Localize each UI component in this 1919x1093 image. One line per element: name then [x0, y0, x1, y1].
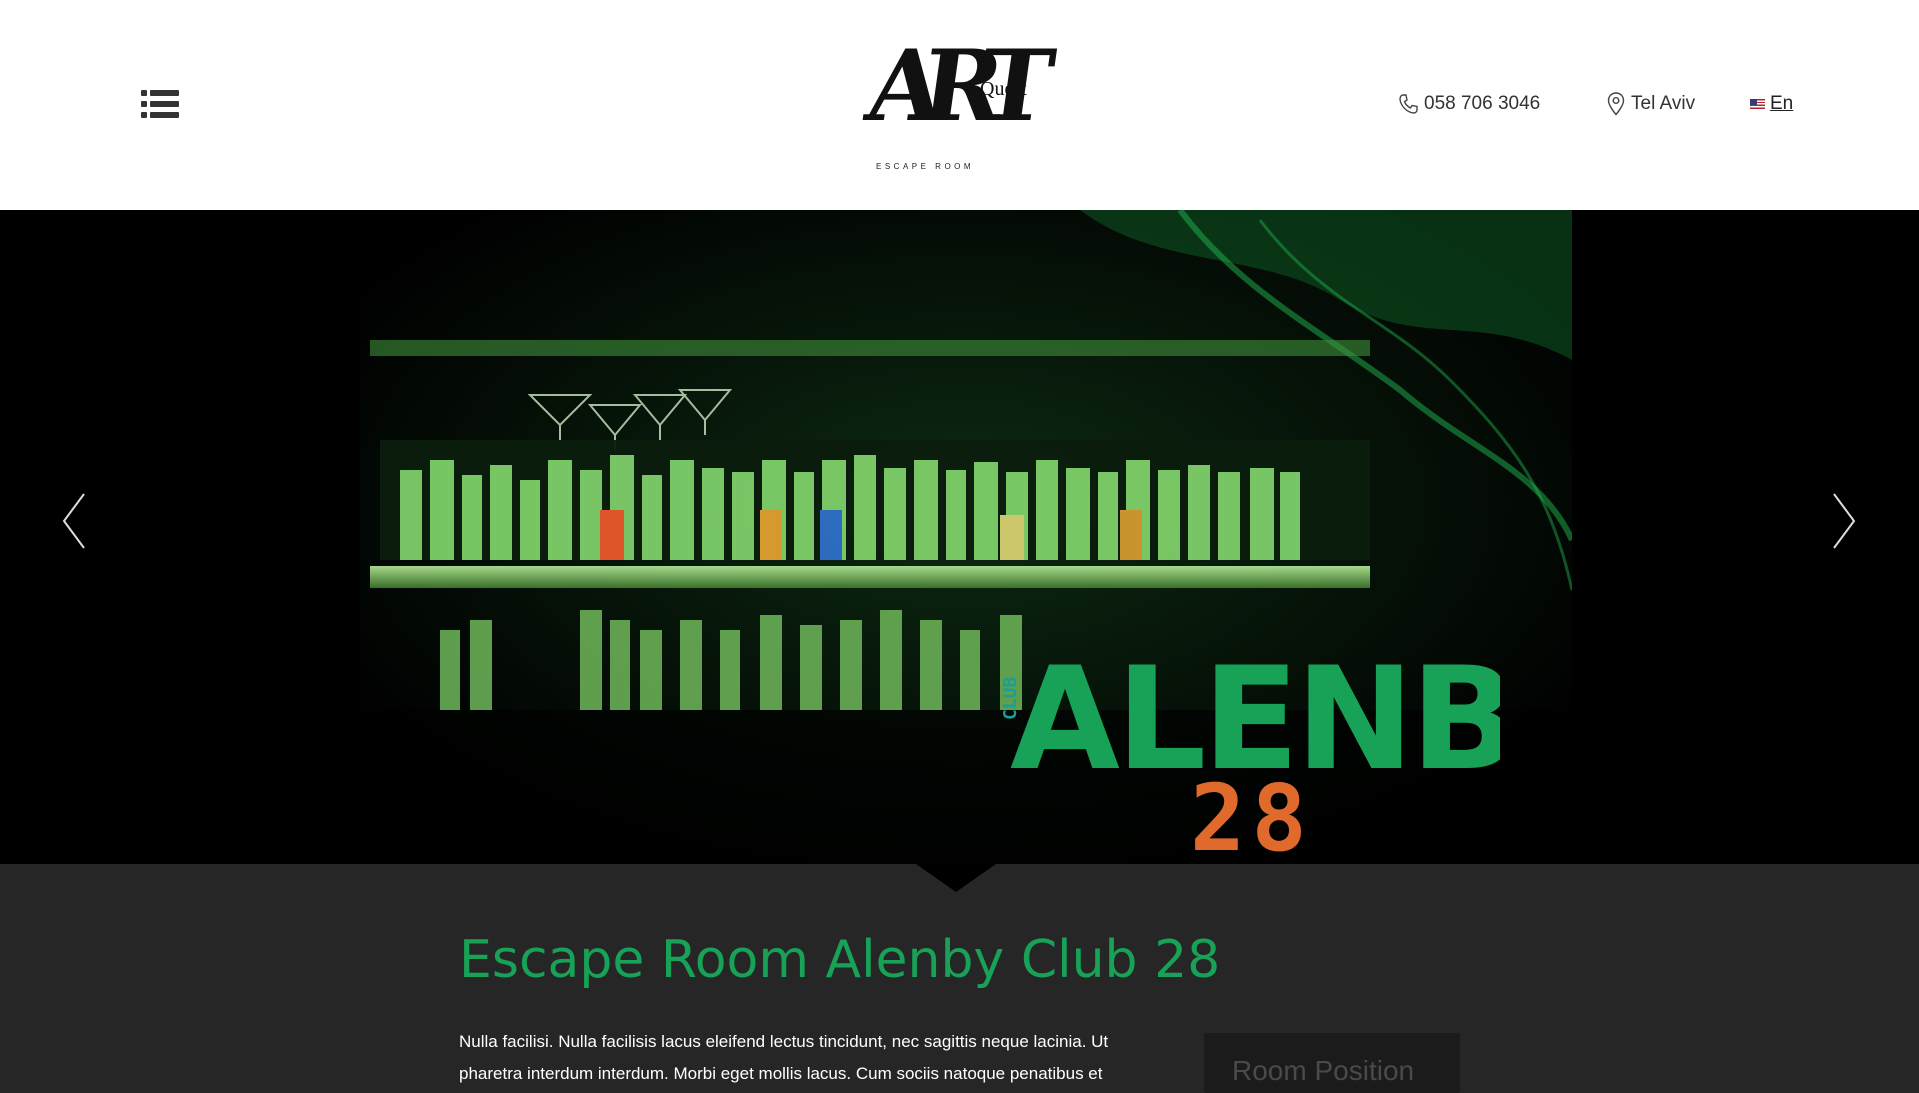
us-flag-icon: [1750, 99, 1765, 109]
room-description: Nulla facilisi. Nulla facilisis lacus el…: [459, 1032, 1109, 1083]
location-text: Tel Aviv: [1631, 93, 1696, 114]
hero-pointer: [916, 864, 996, 892]
location-contact[interactable]: Tel Aviv: [1607, 90, 1695, 118]
room-position-label: Room Position: [1232, 1055, 1415, 1086]
language-switch[interactable]: En: [1750, 90, 1793, 118]
map-pin-icon: [1607, 92, 1625, 116]
menu-icon[interactable]: [141, 89, 179, 119]
hero-banner: CLUB ALENBY 28: [1000, 637, 1500, 860]
chevron-right-icon[interactable]: [1822, 488, 1862, 554]
site-header: ART Quest ESCAPE ROOM 058 706 3046 Tel A…: [0, 0, 1919, 210]
room-position-button[interactable]: Room Position: [1204, 1033, 1460, 1093]
chevron-left-icon[interactable]: [56, 488, 96, 554]
banner-number: 28: [1190, 765, 1313, 860]
hero-slider: CLUB ALENBY 28: [0, 210, 1919, 864]
phone-contact[interactable]: 058 706 3046: [1398, 90, 1540, 118]
logo-word: Quest: [980, 78, 1027, 100]
phone-icon: [1399, 94, 1418, 114]
language-label: En: [1770, 93, 1794, 114]
logo-tagline: ESCAPE ROOM: [876, 162, 975, 171]
page-title: Escape Room Alenby Club 28: [459, 930, 1221, 990]
site-logo[interactable]: ART Quest ESCAPE ROOM: [860, 29, 1060, 176]
phone-number: 058 706 3046: [1424, 93, 1541, 114]
